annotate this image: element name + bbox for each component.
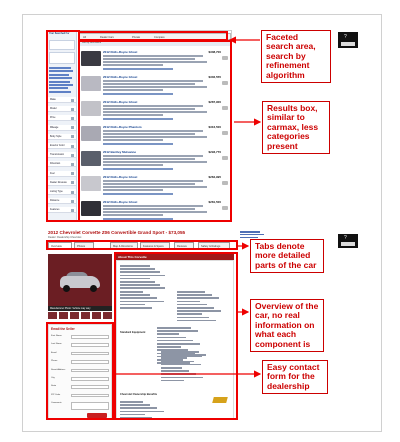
photo-caption: Manufacturer Photo: Vehicle may vary: [48, 306, 112, 311]
callout-tabs: Tabs denote more detailed parts of the c…: [250, 239, 324, 274]
callout-results-box: Results box, similar to carmax, less cat…: [262, 101, 330, 155]
highlight-contact-form: [46, 322, 114, 420]
highlight-tabs: [46, 240, 238, 250]
callout-contact-form: Easy contact form for the dealership: [262, 360, 328, 395]
photo-thumbnails[interactable]: [48, 312, 112, 320]
vehicle-title: 2012 Chevrolet Corvette Z06 Convertible …: [48, 230, 186, 235]
highlight-facet-sidebar: [46, 30, 80, 222]
side-widget[interactable]: ?: [338, 32, 358, 48]
side-widget[interactable]: ?: [338, 234, 358, 248]
callout-faceted-search: Faceted search area, search by refinemen…: [261, 30, 331, 84]
help-icon: ?: [344, 34, 347, 40]
vehicle-photo[interactable]: [48, 254, 112, 306]
help-icon: ?: [344, 235, 347, 241]
dealer-subtitle: Dealer: Dealership Chevrolet: [48, 236, 82, 239]
highlight-overview: [114, 252, 238, 420]
highlight-results-box: [78, 40, 232, 222]
callout-overview: Overview of the car, no real information…: [250, 299, 324, 353]
